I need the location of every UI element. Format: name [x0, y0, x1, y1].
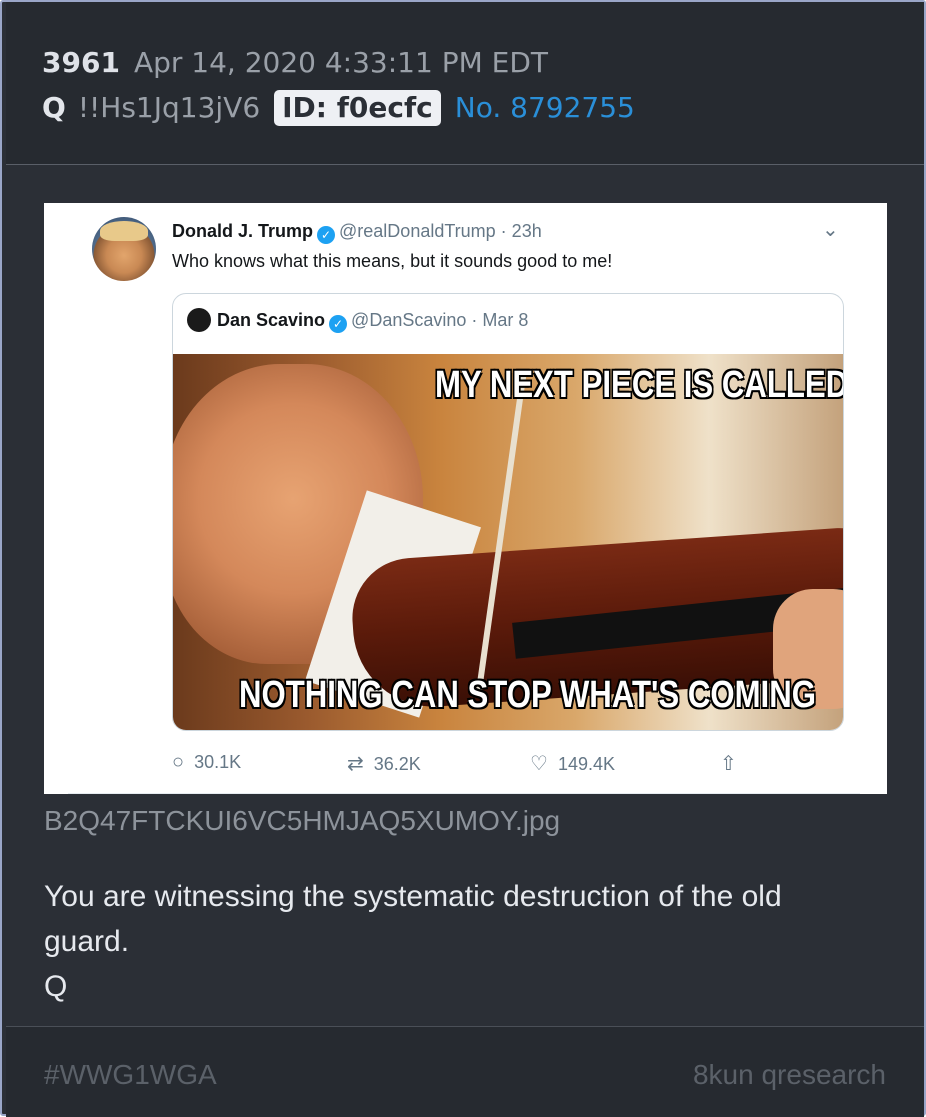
tweet-handle: @realDonaldTrump · 23h — [339, 221, 542, 241]
source-label: 8kun qresearch — [692, 1059, 886, 1090]
tweet-divider — [68, 793, 860, 794]
share-icon: ⇧ — [720, 753, 737, 775]
reply-icon: ○ — [172, 751, 185, 773]
quoted-avatar — [187, 308, 211, 332]
verified-icon: ✓ — [317, 226, 336, 244]
like-icon: ♡ — [530, 753, 548, 775]
image-filename-link[interactable]: B2Q47FTCKUI6VC5HMJAQ5XUMOY.jpg — [44, 805, 560, 837]
quoted-author-name: Dan Scavino — [217, 310, 326, 330]
share-action: ⇧ — [720, 751, 747, 776]
verified-icon: ✓ — [329, 315, 348, 333]
meme-caption-bottom: NOTHING CAN STOP WHAT'S COMING — [239, 674, 816, 716]
quoted-handle: @DanScavino · Mar 8 — [351, 310, 529, 330]
quoted-tweet: Dan Scavino ✓ @DanScavino · Mar 8 MY NEXT … — [172, 293, 844, 731]
retweet-icon: ⇄ — [347, 753, 364, 775]
retweet-count: 36.2K — [373, 754, 421, 774]
post-number: 3961 — [42, 46, 120, 79]
post-footer: #WWG1WGA 8kun qresearch — [6, 1026, 924, 1117]
post-timestamp: Apr 14, 2020 4:33:11 PM EDT — [133, 46, 549, 79]
reply-count: 30.1K — [194, 752, 242, 772]
post-header: 3961 Apr 14, 2020 4:33:11 PM EDT Q !!Hs1Jq… — [6, 2, 924, 165]
hashtag: #WWG1WGA — [44, 1059, 217, 1090]
tweet-author-line: Donald J. Trump ✓ @realDonaldTrump · 23h — [172, 221, 542, 244]
meme-image: MY NEXT PIECE IS CALLED NOTHING CAN STOP… — [173, 354, 843, 730]
meme-caption-top: MY NEXT PIECE IS CALLED — [435, 364, 843, 406]
like-count: 149.4K — [557, 754, 615, 774]
reply-action: ○ 30.1K — [172, 751, 241, 774]
quoted-author-line: Dan Scavino ✓ @DanScavino · Mar 8 — [187, 308, 528, 333]
tweet-author-name: Donald J. Trump — [172, 221, 314, 241]
tweet-text: Who knows what this means, but it sounds… — [172, 251, 613, 271]
poster-id-badge[interactable]: ID: f0ecfc — [274, 90, 441, 126]
avatar — [92, 217, 156, 281]
chevron-down-icon: ⌄ — [822, 217, 839, 241]
attached-image[interactable]: Donald J. Trump ✓ @realDonaldTrump · 23h W… — [44, 203, 887, 794]
author-name: Q — [42, 91, 66, 124]
like-action: ♡ 149.4K — [530, 751, 615, 776]
post-message: You are witnessing the systematic destru… — [44, 880, 782, 958]
tripcode: !!Hs1Jq13jV6 — [77, 91, 261, 124]
post-signature: Q — [44, 970, 68, 1003]
post-body: You are witnessing the systematic destru… — [44, 874, 844, 1009]
retweet-action: ⇄ 36.2K — [347, 751, 421, 776]
post-card: 3961 Apr 14, 2020 4:33:11 PM EDT Q !!Hs1Jq… — [0, 0, 926, 1117]
post-number-link[interactable]: No. 8792755 — [455, 91, 635, 124]
